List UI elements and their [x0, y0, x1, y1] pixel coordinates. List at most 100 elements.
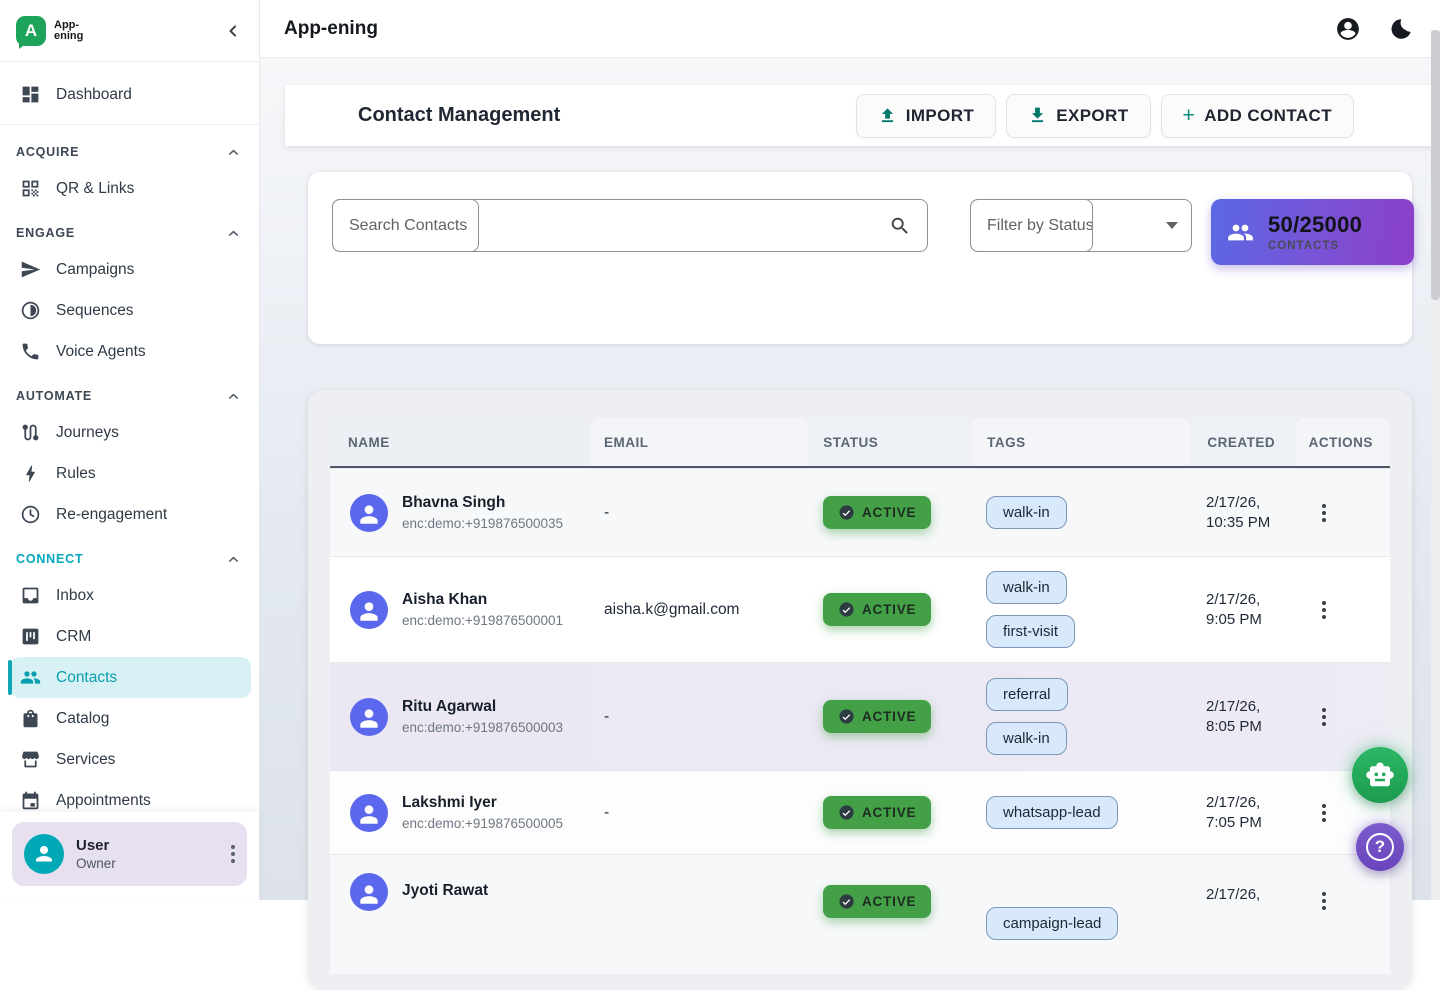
status-badge[interactable]: ACTIVE	[823, 593, 931, 626]
app-logo-text: App- ening	[54, 20, 83, 42]
sidebar-header: A App- ening	[0, 0, 259, 62]
table-row[interactable]: Lakshmi Iyer enc:demo:+919876500005 - AC…	[330, 770, 1390, 854]
row-actions-menu-button[interactable]	[1322, 801, 1326, 825]
topbar: App-ening	[260, 0, 1440, 58]
status-badge[interactable]: ACTIVE	[823, 496, 931, 529]
row-actions-menu-button[interactable]	[1322, 889, 1326, 913]
dark-mode-moon-icon[interactable]	[1388, 16, 1414, 42]
check-circle-icon	[838, 708, 855, 725]
sidebar-section-connect[interactable]: CONNECT	[0, 545, 259, 573]
tag-chip[interactable]: referral	[986, 678, 1068, 711]
row-actions-menu-button[interactable]	[1322, 598, 1326, 622]
column-header-status[interactable]: STATUS	[810, 418, 969, 466]
phone-icon	[20, 341, 41, 362]
search-icon[interactable]	[889, 215, 911, 237]
sidebar-section-acquire[interactable]: ACQUIRE	[0, 138, 259, 166]
sidebar-item-contacts[interactable]: Contacts	[0, 657, 259, 698]
contacts-table: NAME EMAIL STATUS TAGS CREATED ACTIONS B…	[330, 418, 1390, 974]
sidebar-item-services[interactable]: Services	[0, 739, 259, 780]
sidebar-item-rules[interactable]: Rules	[0, 453, 259, 494]
search-input[interactable]: Search Contacts	[332, 199, 928, 252]
sidebar-item-catalog[interactable]: Catalog	[0, 698, 259, 739]
sidebar-item-dashboard[interactable]: Dashboard	[0, 74, 259, 115]
status-badge[interactable]: ACTIVE	[823, 885, 931, 918]
scrollbar-thumb[interactable]	[1431, 30, 1440, 300]
sidebar-item-voice-agents[interactable]: Voice Agents	[0, 331, 259, 372]
user-role: Owner	[76, 856, 116, 871]
import-button[interactable]: IMPORT	[856, 94, 997, 138]
contact-phone: enc:demo:+919876500003	[402, 720, 563, 735]
page-header: Contact Management IMPORT EXPORT + ADD C…	[285, 85, 1440, 146]
tag-chip[interactable]: campaign-lead	[986, 907, 1118, 940]
column-header-email[interactable]: EMAIL	[590, 418, 808, 466]
tag-chip[interactable]: whatsapp-lead	[986, 796, 1118, 829]
sequence-icon	[20, 300, 41, 321]
topbar-icons	[1335, 16, 1426, 42]
status-filter-label: Filter by Status	[971, 217, 1094, 235]
status-badge[interactable]: ACTIVE	[823, 700, 931, 733]
contact-email: aisha.k@gmail.com	[590, 557, 810, 662]
user-card[interactable]: User Owner	[12, 822, 247, 886]
chevron-up-icon	[226, 226, 241, 241]
divider	[0, 124, 259, 125]
sidebar-collapse-button[interactable]	[223, 21, 243, 41]
status-badge[interactable]: ACTIVE	[823, 796, 931, 829]
sidebar-item-crm[interactable]: CRM	[0, 616, 259, 657]
download-icon	[1028, 106, 1047, 125]
table-row[interactable]: Aisha Khan enc:demo:+919876500001 aisha.…	[330, 556, 1390, 662]
export-button[interactable]: EXPORT	[1006, 94, 1150, 138]
add-contact-button[interactable]: + ADD CONTACT	[1161, 94, 1354, 138]
table-row[interactable]: Jyoti Rawat ACTIVE campaign-lead 2/17/26…	[330, 854, 1390, 974]
sidebar-item-campaigns[interactable]: Campaigns	[0, 249, 259, 290]
tag-chip[interactable]: first-visit	[986, 615, 1075, 648]
page-actions: IMPORT EXPORT + ADD CONTACT	[856, 94, 1354, 138]
clock-icon	[20, 504, 41, 525]
sidebar-item-re-engagement[interactable]: Re-engagement	[0, 494, 259, 535]
topbar-title: App-ening	[284, 18, 378, 40]
tag-chip[interactable]: walk-in	[986, 571, 1067, 604]
column-header-created[interactable]: CREATED	[1193, 418, 1292, 466]
chevron-up-icon	[226, 389, 241, 404]
scrollbar-track[interactable]	[1431, 30, 1440, 900]
page-title: Contact Management	[358, 104, 560, 127]
check-circle-icon	[838, 504, 855, 521]
person-icon	[356, 501, 382, 527]
main-content: Contact Management IMPORT EXPORT + ADD C…	[260, 58, 1440, 900]
contact-email	[590, 855, 810, 974]
sidebar-item-journeys[interactable]: Journeys	[0, 412, 259, 453]
row-actions-menu-button[interactable]	[1322, 705, 1326, 729]
sidebar-item-sequences[interactable]: Sequences	[0, 290, 259, 331]
sidebar: A App- ening Dashboard ACQUIRE QR & Link…	[0, 0, 260, 900]
help-fab[interactable]: ?	[1356, 823, 1404, 871]
account-circle-icon[interactable]	[1335, 16, 1361, 42]
robot-icon	[1365, 760, 1395, 790]
user-avatar	[24, 834, 64, 874]
sidebar-section-automate[interactable]: AUTOMATE	[0, 382, 259, 410]
column-header-name[interactable]: NAME	[330, 418, 588, 466]
contact-name: Ritu Agarwal	[402, 698, 563, 716]
sidebar-item-inbox[interactable]: Inbox	[0, 575, 259, 616]
chevron-up-icon	[226, 145, 241, 160]
column-header-actions[interactable]: ACTIONS	[1295, 418, 1390, 466]
column-header-tags[interactable]: TAGS	[971, 418, 1191, 466]
contacts-count-caption: CONTACTS	[1268, 240, 1362, 252]
user-meta: User Owner	[76, 837, 116, 871]
chatbot-fab[interactable]	[1352, 747, 1408, 803]
row-actions-menu-button[interactable]	[1322, 501, 1326, 525]
table-row[interactable]: Ritu Agarwal enc:demo:+919876500003 - AC…	[330, 662, 1390, 770]
contact-name: Lakshmi Iyer	[402, 794, 563, 812]
user-menu-button[interactable]	[231, 842, 235, 866]
tag-chip[interactable]: walk-in	[986, 496, 1067, 529]
person-icon	[356, 598, 382, 624]
tag-chip[interactable]: walk-in	[986, 722, 1067, 755]
table-row[interactable]: Bhavna Singh enc:demo:+919876500035 - AC…	[330, 468, 1390, 556]
contacts-table-card: NAME EMAIL STATUS TAGS CREATED ACTIONS B…	[308, 390, 1412, 990]
sidebar-section-engage[interactable]: ENGAGE	[0, 219, 259, 247]
contact-avatar	[350, 494, 388, 532]
sidebar-item-qr-links[interactable]: QR & Links	[0, 168, 259, 209]
chevron-left-icon	[223, 21, 243, 41]
contact-email: -	[590, 663, 810, 770]
contact-phone: enc:demo:+919876500005	[402, 816, 563, 831]
contact-avatar	[350, 591, 388, 629]
status-filter-select[interactable]: Filter by Status	[970, 199, 1192, 252]
